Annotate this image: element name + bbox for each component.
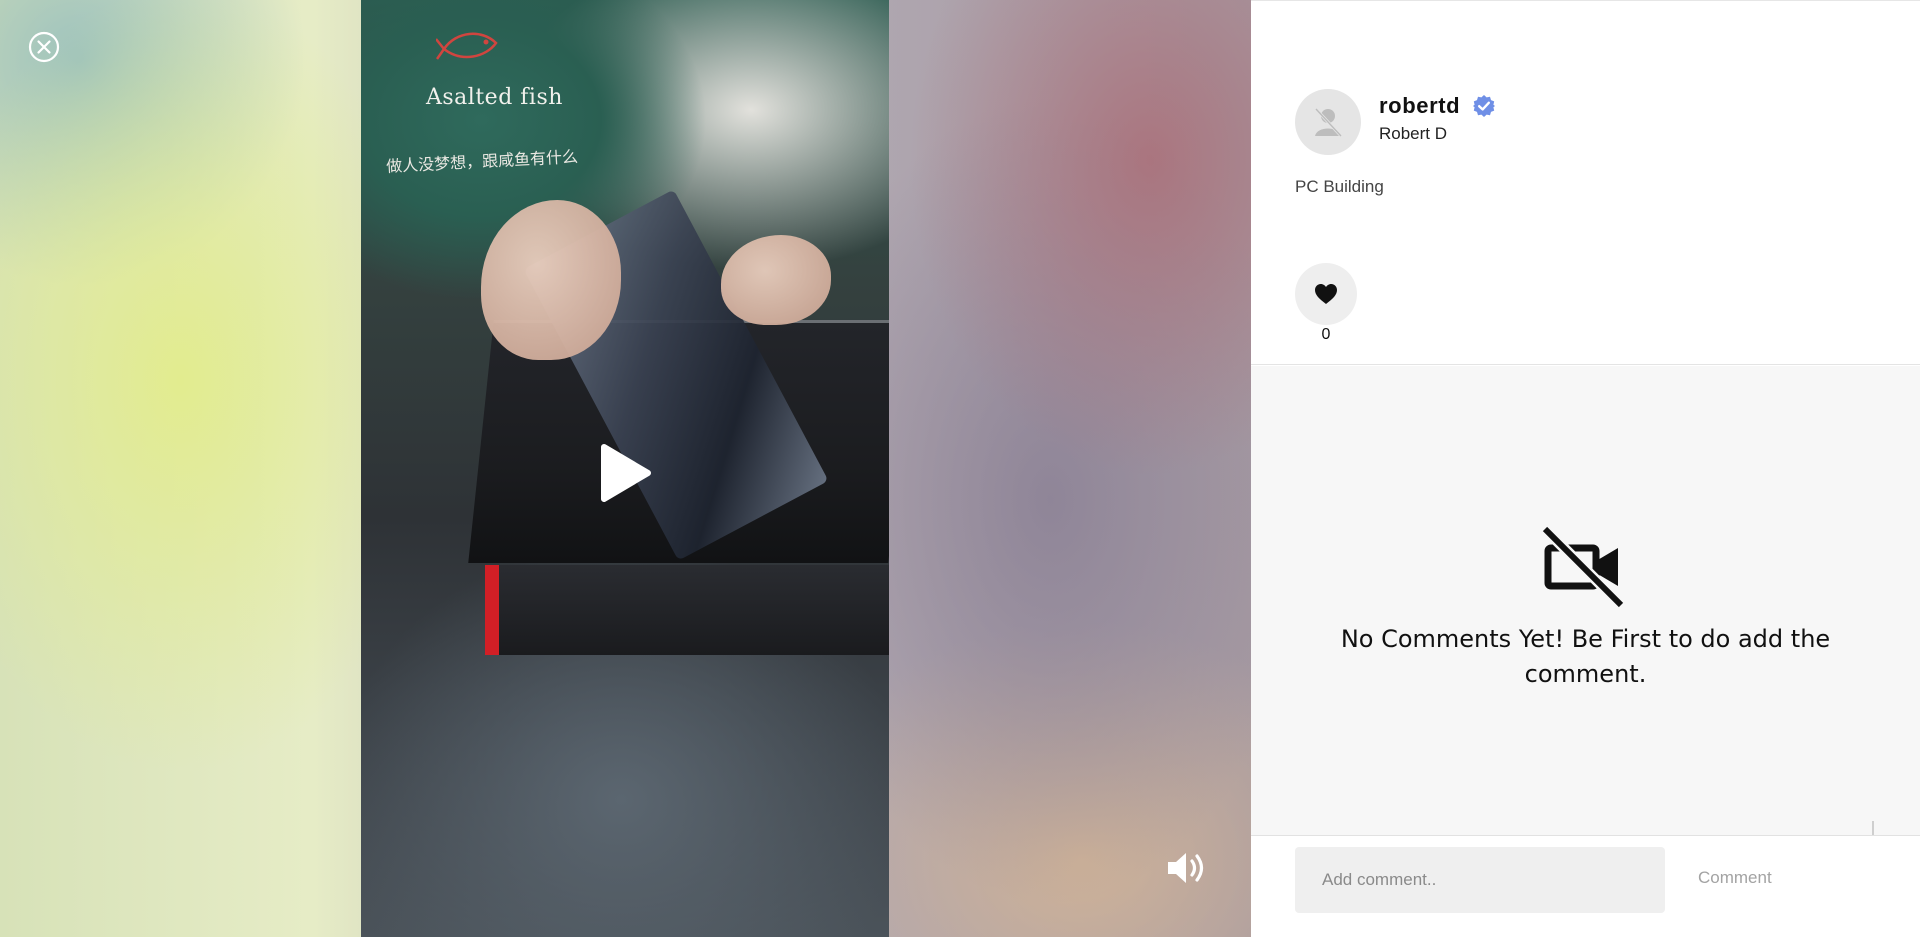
- default-avatar-icon: [1314, 107, 1343, 138]
- right-hand: [721, 235, 831, 325]
- username[interactable]: robertd: [1379, 93, 1460, 119]
- post-details-panel: robertd Robert D PC Building 0 No Commen…: [1251, 0, 1920, 939]
- shirt-print-subtext: 做人没梦想，跟咸鱼有什么: [385, 146, 579, 177]
- left-hand: [481, 200, 621, 360]
- video-off-icon: [1541, 525, 1625, 609]
- verified-badge-icon: [1473, 95, 1495, 117]
- post-header: robertd Robert D PC Building 0: [1251, 0, 1920, 365]
- play-icon: [601, 444, 651, 502]
- comment-composer: Comment: [1251, 835, 1920, 939]
- comment-input[interactable]: [1295, 847, 1665, 913]
- box-front-panel: [485, 565, 889, 655]
- avatar[interactable]: [1295, 89, 1361, 155]
- like-button[interactable]: [1295, 263, 1357, 325]
- shirt-print-text: Asalted fish: [426, 85, 563, 110]
- post-category: PC Building: [1295, 177, 1384, 196]
- scrollbar[interactable]: [1872, 821, 1874, 835]
- comment-submit-button[interactable]: Comment: [1698, 868, 1772, 888]
- video-post-modal: Asalted fish 做人没梦想，跟咸鱼有什么 robertd Robert…: [0, 0, 1920, 939]
- play-button[interactable]: [598, 443, 652, 503]
- comments-list[interactable]: No Comments Yet! Be First to do add the …: [1251, 366, 1920, 835]
- full-name: Robert D: [1379, 124, 1448, 143]
- like-count: 0: [1321, 326, 1331, 343]
- video-viewer: Asalted fish 做人没梦想，跟咸鱼有什么: [0, 0, 1251, 939]
- empty-comments-message: No Comments Yet! Be First to do add the …: [1340, 625, 1831, 688]
- fish-logo-image: [436, 32, 498, 60]
- close-circle-icon: [28, 31, 60, 63]
- volume-button[interactable]: [1166, 849, 1208, 887]
- heart-icon: [1315, 284, 1337, 304]
- close-button[interactable]: [28, 31, 60, 63]
- volume-icon: [1168, 853, 1204, 883]
